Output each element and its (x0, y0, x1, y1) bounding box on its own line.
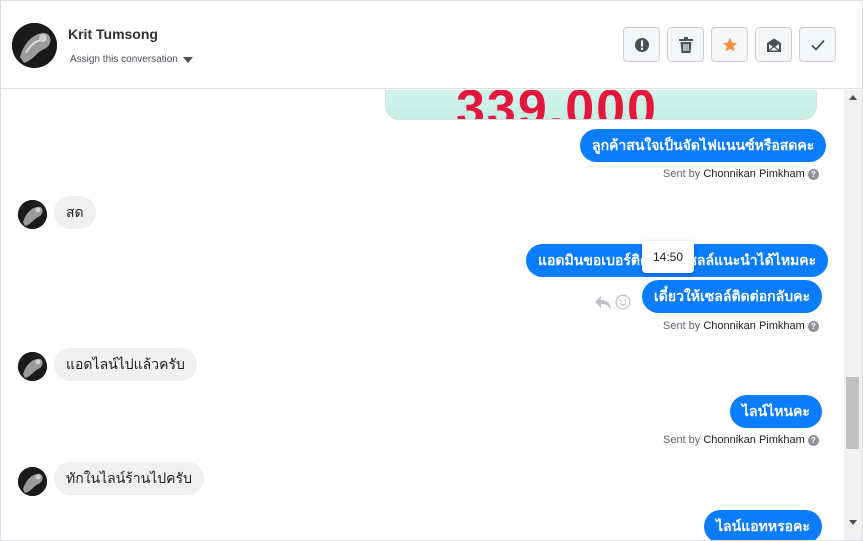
help-icon[interactable]: ? (807, 320, 819, 332)
sender-name: Chonnikan Pimkham (703, 434, 805, 446)
conversation-header: Krit Tumsong Assign this conversation (1, 1, 862, 89)
star-icon (722, 37, 737, 51)
contact-avatar-small (18, 352, 47, 381)
sender-name: Chonnikan Pimkham (703, 168, 805, 180)
assign-conversation-dropdown[interactable]: Assign this conversation (70, 54, 193, 65)
scroll-up-arrow-icon[interactable] (849, 95, 857, 100)
caret-down-icon (182, 57, 193, 63)
trash-icon (678, 36, 693, 53)
contact-name[interactable]: Krit Tumsong (68, 26, 158, 42)
exclamation-circle-icon (634, 37, 649, 52)
incoming-message[interactable]: ทักในไลน์ร้านไปครับ (54, 462, 204, 495)
inbox-move-icon (766, 38, 781, 52)
outgoing-message[interactable]: ไลน์ไหนคะ (730, 395, 822, 428)
contact-avatar-small (18, 200, 47, 229)
timestamp-tooltip: 14:50 (642, 241, 694, 273)
image-attachment[interactable]: 339,000 (385, 90, 817, 120)
scrollbar-thumb[interactable] (846, 377, 859, 449)
mark-done-button[interactable] (799, 27, 836, 62)
delete-button[interactable] (667, 27, 704, 62)
help-icon[interactable]: ? (807, 434, 819, 446)
sent-by-label: Sent by Chonnikan Pimkham ? (663, 434, 819, 446)
contact-avatar-small (18, 467, 47, 496)
outgoing-message[interactable]: ไลน์แอทหรอคะ (704, 510, 822, 540)
move-to-inbox-button[interactable] (755, 27, 792, 62)
react-emoji-icon[interactable] (615, 294, 631, 310)
outgoing-message[interactable]: เดี๋ยวให้เซลล์ติดต่อกลับคะ (642, 280, 822, 313)
scroll-down-arrow-icon[interactable] (849, 520, 857, 525)
sent-by-label: Sent by Chonnikan Pimkham ? (663, 168, 819, 180)
incoming-message[interactable]: แอดไลน์ไปแล้วครับ (54, 348, 197, 381)
sender-name: Chonnikan Pimkham (703, 320, 805, 332)
check-icon (810, 39, 825, 51)
sent-by-label: Sent by Chonnikan Pimkham ? (663, 320, 819, 332)
help-icon[interactable]: ? (807, 168, 819, 180)
outgoing-message[interactable]: ลูกค้าสนใจเป็นจัดไฟแนนซ์หรือสดคะ (580, 129, 827, 162)
star-button[interactable] (711, 27, 748, 62)
header-actions (623, 27, 836, 62)
contact-avatar[interactable] (12, 23, 57, 68)
mark-spam-button[interactable] (623, 27, 660, 62)
assign-label: Assign this conversation (70, 54, 178, 65)
incoming-message[interactable]: สด (54, 196, 96, 229)
image-price-text: 339,000 (456, 90, 658, 120)
reply-icon[interactable] (594, 294, 612, 310)
thread-scrollbar[interactable] (844, 90, 862, 540)
message-thread[interactable]: 339,000 ลูกค้าสนใจเป็นจัดไฟแนนซ์หรือสดคะ… (1, 90, 844, 540)
